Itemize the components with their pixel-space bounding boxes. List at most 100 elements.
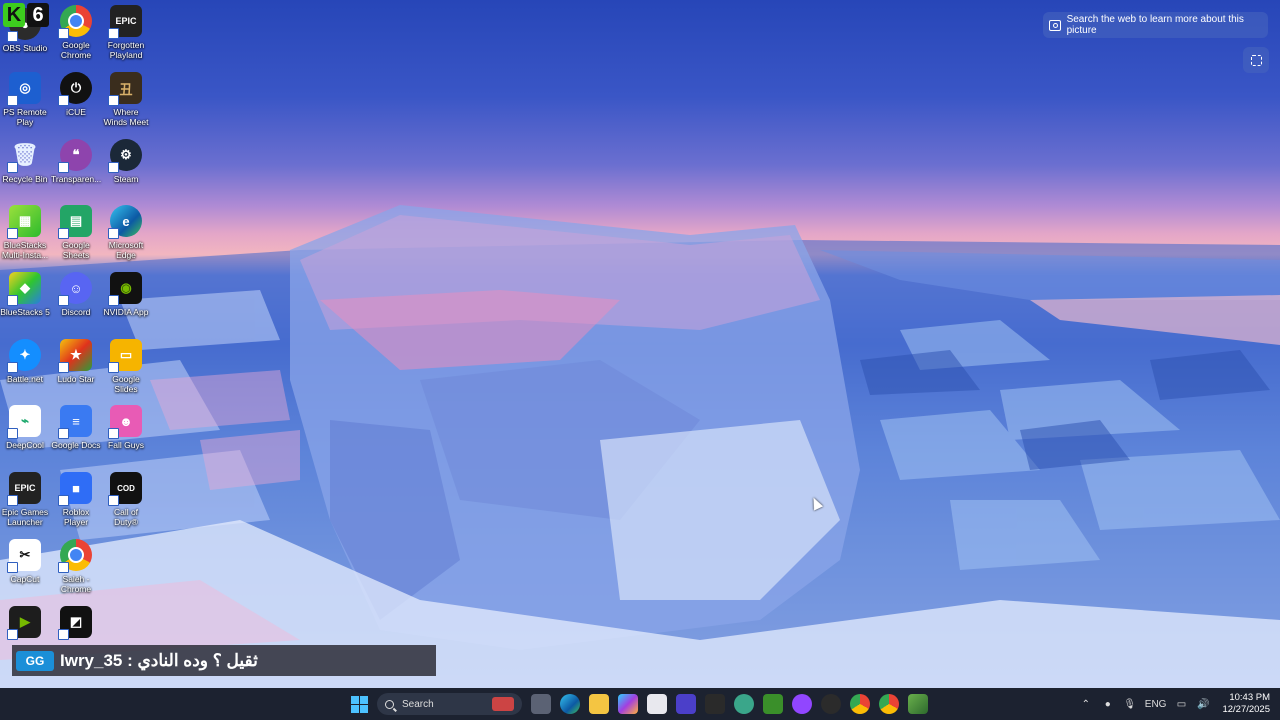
desktop-icon-bluestacks-multi[interactable]: ▦ BlueStacks Multi-Insta... (0, 205, 50, 260)
start-button[interactable] (351, 696, 368, 713)
desktop-icon-fall-guys[interactable]: ☻ Fall Guys (101, 405, 151, 450)
steam-icon: ⚙ (108, 139, 142, 173)
roblox-icon: ■ (58, 472, 92, 506)
minecraft-icon[interactable] (763, 694, 783, 714)
language-indicator[interactable]: ENG (1145, 697, 1167, 711)
nvidia-icon: ◉ (108, 272, 142, 306)
desktop-icon-google-slides[interactable]: ▭ Google Slides (101, 339, 151, 394)
desktop-icon-google-sheets[interactable]: ▤ Google Sheets (51, 205, 101, 260)
desktop-icon-icue[interactable]: ⏻ iCUE (51, 72, 101, 117)
deepcool-icon: ⌁ (7, 405, 41, 439)
desktop-icon-label: BlueStacks Multi-Insta... (1, 240, 49, 260)
discord-icon: ☺ (58, 272, 92, 306)
desktop-icon-where-winds-meet[interactable]: 丑 Where Winds Meet (101, 72, 151, 127)
epic-launcher-icon: EPIC (7, 472, 41, 506)
ai-app-icon[interactable] (734, 694, 754, 714)
desktop-icon-nvidia-broadcast[interactable]: ▶ (0, 606, 50, 640)
desktop-icon-label: Google Chrome (60, 40, 92, 60)
epic-games-icon: EPIC (108, 5, 142, 39)
desktop-icon-epic-games-launcher[interactable]: EPIC Epic Games Launcher (0, 472, 50, 527)
copilot-icon[interactable] (618, 694, 638, 714)
desktop-icon-label: CapCut (10, 574, 40, 584)
spotlight-search-web-button[interactable]: Search the web to learn more about this … (1043, 12, 1268, 38)
desktop-icon-roblox-studio[interactable]: ◩ (51, 606, 101, 640)
taskbar-search-box[interactable]: Search (377, 693, 522, 715)
desktop-icon-label: Google Slides (112, 374, 140, 394)
desktop-icon-label: Call of Duty® (113, 507, 139, 527)
bluestacks-icon: ◆ (7, 272, 41, 306)
desktop-icon-battlenet[interactable]: ✦ Battle.net (0, 339, 50, 384)
desktop-icon-label: Battle.net (7, 374, 43, 384)
chrome-icon[interactable] (850, 694, 870, 714)
desktop-icon-google-docs[interactable]: ≡ Google Docs (51, 405, 101, 450)
desktop-icon-microsoft-edge[interactable]: e Microsoft Edge (101, 205, 151, 260)
task-view-icon[interactable] (531, 694, 551, 714)
desktop-icon-forgotten-playland[interactable]: EPIC Forgotten Playland (101, 5, 151, 60)
icue-icon: ⏻ (58, 72, 92, 106)
desktop-icon-label: Google Sheets (62, 240, 90, 260)
clock[interactable]: 10:43 PM 12/27/2025 (1222, 692, 1270, 716)
chat-message: Iwry_35 : ثقيل ؟ وده النادي (60, 650, 258, 670)
desktop-icon-label: DeepCool (6, 440, 44, 450)
desktop-icon-chrome-profile[interactable]: Saleh - Chrome (51, 539, 101, 594)
visual-search-button[interactable] (1243, 47, 1269, 73)
clock-date: 12/27/2025 (1222, 704, 1270, 715)
desktop-icon-capcut[interactable]: ✂ CapCut (0, 539, 50, 584)
app-tray-icon[interactable]: ● (1101, 697, 1115, 711)
counter-value: 6 (27, 3, 49, 27)
desktop-icon-label: OBS Studio (2, 43, 48, 53)
desktop-icon-ps-remote-play[interactable]: ◎ PS Remote Play (0, 72, 50, 127)
desktop-icon-bluestacks[interactable]: ◆ BlueStacks 5 (0, 272, 50, 317)
desktop-icon-label: BlueStacks 5 (0, 307, 50, 317)
roblox-studio-icon: ◩ (58, 606, 92, 640)
desktop-icon-call-of-duty[interactable]: COD Call of Duty® (101, 472, 151, 527)
edge-icon: e (108, 205, 142, 239)
desktop-icon-deepcool[interactable]: ⌁ DeepCool (0, 405, 50, 450)
bluestacks-multi-icon: ▦ (7, 205, 41, 239)
twitch-icon[interactable] (792, 694, 812, 714)
google-slides-icon: ▭ (108, 339, 142, 373)
ps-remote-play-icon: ◎ (7, 72, 41, 106)
desktop-icon-google-chrome[interactable]: Google Chrome (51, 5, 101, 60)
desktop-icon-label: Epic Games Launcher (1, 507, 49, 527)
clock-time: 10:43 PM (1229, 692, 1270, 703)
spotlight-text: Search the web to learn more about this … (1066, 14, 1244, 36)
scan-icon (1250, 54, 1262, 66)
network-icon[interactable]: ▭ (1174, 697, 1188, 711)
battlenet-icon: ✦ (7, 339, 41, 373)
desktop-icon-label: Forgotten Playland (107, 40, 145, 60)
epic-games-icon[interactable] (705, 694, 725, 714)
ludo-star-icon: ★ (58, 339, 92, 373)
show-hidden-icons-chevron-icon[interactable]: ⌃ (1079, 697, 1093, 711)
k-logo-icon: K (3, 3, 25, 27)
desktop-icon-steam[interactable]: ⚙ Steam (101, 139, 151, 184)
volume-icon[interactable]: 🔊 (1196, 697, 1210, 711)
desktop-icon-nvidia-app[interactable]: ◉ NVIDIA App (101, 272, 151, 317)
desktop-icon-discord[interactable]: ☺ Discord (51, 272, 101, 317)
desktop-icon-ludo-star[interactable]: ★ Ludo Star (51, 339, 101, 384)
nvidia-broadcast-icon: ▶ (7, 606, 41, 640)
desktop-icon-label: Saleh - Chrome (60, 574, 92, 594)
desktop-icon-label: Roblox Player (62, 507, 90, 527)
chrome-icon (58, 5, 92, 39)
desktop-icon-label: Google Docs (51, 440, 101, 450)
file-explorer-icon[interactable] (589, 694, 609, 714)
desktop-icon-label: Where Winds Meet (103, 107, 149, 127)
store-icon[interactable] (647, 694, 667, 714)
chrome-profile-icon[interactable] (879, 694, 899, 714)
media-icon[interactable] (676, 694, 696, 714)
where-winds-meet-icon: 丑 (108, 72, 142, 106)
edge-icon[interactable] (560, 694, 580, 714)
desktop-wallpaper (0, 0, 1280, 688)
minecraft-block-icon[interactable] (908, 694, 928, 714)
desktop-icon-roblox-player[interactable]: ■ Roblox Player (51, 472, 101, 527)
obs-icon[interactable] (821, 694, 841, 714)
desktop-icon-transparent-app[interactable]: ❝ Transparen... (51, 139, 101, 184)
microphone-icon[interactable]: 🎙 (1123, 697, 1137, 711)
search-highlight-icon (492, 697, 514, 711)
image-search-icon (1049, 19, 1061, 31)
recycle-bin-icon: 🗑 (7, 139, 41, 173)
desktop-icon-recycle-bin[interactable]: 🗑 Recycle Bin (0, 139, 50, 184)
desktop-icon-label: Transparen... (51, 174, 102, 184)
desktop-icon-label: Microsoft Edge (108, 240, 144, 260)
